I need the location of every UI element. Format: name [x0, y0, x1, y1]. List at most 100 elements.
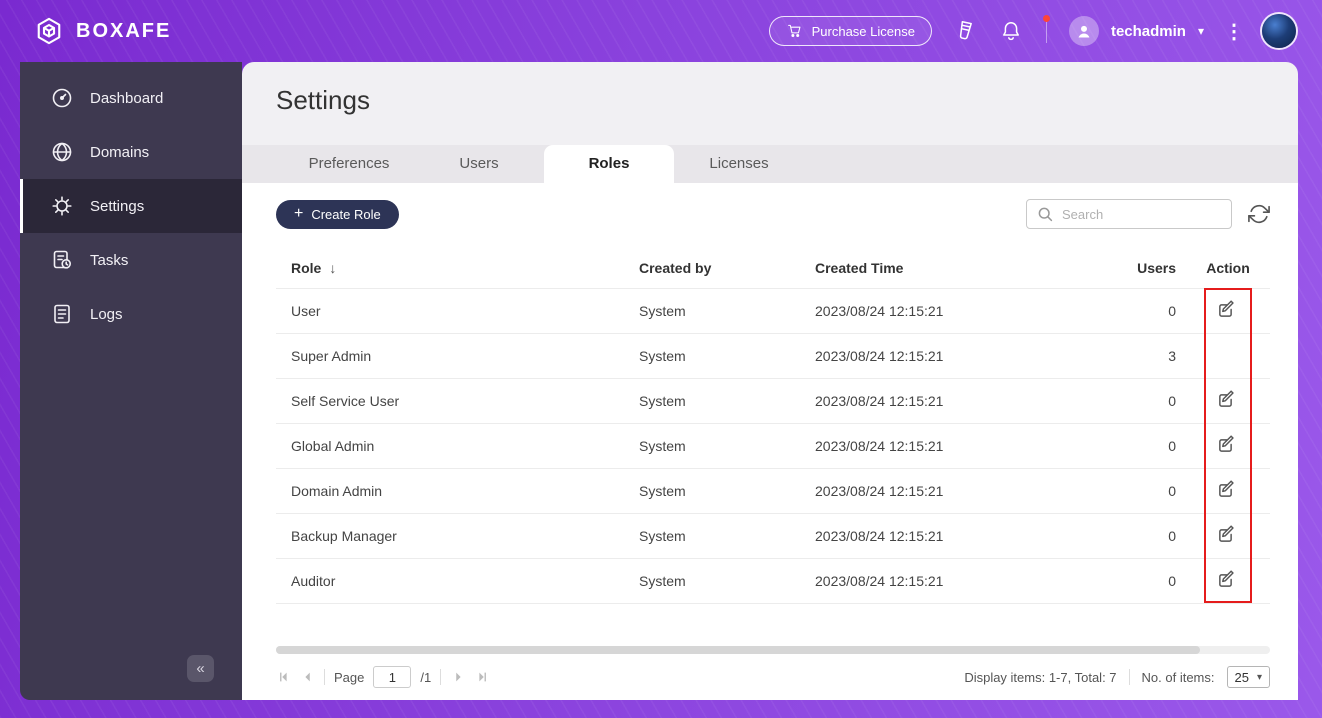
notifications-bell-icon[interactable] — [998, 18, 1024, 44]
kebab-menu-icon[interactable]: ⋮ — [1224, 19, 1244, 44]
sidebar: Dashboard Domains Settings Tasks Logs « — [20, 62, 242, 700]
user-menu[interactable]: techadmin ▾ — [1068, 16, 1204, 46]
username: techadmin — [1110, 22, 1186, 40]
column-header-created-time: Created Time — [800, 248, 1090, 289]
page-number-input[interactable] — [373, 666, 412, 688]
tab-preferences[interactable]: Preferences — [284, 145, 414, 183]
footer-right: Display items: 1-7, Total: 7 No. of item… — [964, 666, 1270, 688]
edit-role-button[interactable] — [1216, 522, 1240, 546]
select-caret-icon: ▾ — [1256, 671, 1262, 683]
qnap-ball-icon[interactable] — [1262, 14, 1296, 48]
sidebar-item-label: Logs — [90, 305, 123, 323]
table-row: Domain Admin System 2023/08/24 12:15:21 … — [276, 468, 1270, 514]
avatar — [1068, 16, 1099, 46]
sidebar-collapse-button[interactable]: « — [187, 655, 214, 682]
chevron-down-icon: ▾ — [1197, 24, 1204, 38]
table-row: Auditor System 2023/08/24 12:15:21 0 — [276, 558, 1270, 604]
sidebar-item-label: Settings — [90, 197, 145, 215]
cell-users: 0 — [1090, 423, 1186, 469]
column-header-created-by: Created by — [624, 248, 800, 289]
cell-created-time: 2023/08/24 12:15:21 — [800, 378, 1090, 424]
sort-desc-icon[interactable]: ↓ — [329, 260, 336, 276]
cell-created-by: System — [624, 378, 800, 424]
cell-users: 0 — [1090, 468, 1186, 514]
cell-created-by: System — [624, 468, 800, 514]
last-page-button[interactable] — [474, 670, 489, 685]
app-shell: Dashboard Domains Settings Tasks Logs « … — [20, 62, 1298, 700]
cart-icon — [786, 22, 804, 40]
cell-created-time: 2023/08/24 12:15:21 — [800, 468, 1090, 514]
search-box[interactable] — [1026, 199, 1232, 229]
cell-users: 0 — [1090, 288, 1186, 334]
tab-users[interactable]: Users — [414, 145, 544, 183]
plus-icon: + — [294, 205, 304, 222]
table-row: Backup Manager System 2023/08/24 12:15:2… — [276, 513, 1270, 559]
cell-created-by: System — [624, 558, 800, 604]
dashboard-icon — [50, 86, 74, 110]
table-footer: Page /1 Display items: 1-7, Total: 7 No.… — [276, 654, 1270, 700]
column-header-role[interactable]: Role ↓ — [276, 248, 624, 289]
cell-users: 3 — [1090, 333, 1186, 379]
edit-icon — [1219, 435, 1234, 452]
sidebar-item-label: Domains — [90, 143, 150, 161]
table-row: Global Admin System 2023/08/24 12:15:21 … — [276, 423, 1270, 469]
sidebar-item-domains[interactable]: Domains — [20, 125, 242, 179]
edit-role-button[interactable] — [1216, 432, 1240, 456]
display-items-text: Display items: 1-7, Total: 7 — [964, 669, 1117, 685]
table-row: Self Service User System 2023/08/24 12:1… — [276, 378, 1270, 424]
topbar-divider — [1042, 15, 1050, 43]
refresh-icon[interactable] — [1248, 203, 1270, 225]
search-input[interactable] — [1060, 205, 1221, 223]
sidebar-item-settings[interactable]: Settings — [20, 179, 242, 233]
cell-role: Domain Admin — [276, 468, 624, 514]
sidebar-item-label: Dashboard — [90, 89, 164, 107]
edit-icon — [1219, 390, 1234, 407]
queue-icon[interactable] — [952, 18, 978, 44]
total-pages-label: /1 — [420, 669, 432, 685]
edit-role-button[interactable] — [1216, 567, 1240, 591]
first-page-button[interactable] — [276, 670, 291, 685]
roles-panel: + Create Role Search Role ↓ Created by C… — [242, 183, 1298, 700]
prev-page-button[interactable] — [300, 670, 315, 685]
column-label: Role — [291, 259, 322, 276]
tasks-icon — [50, 248, 74, 272]
purchase-license-label: Purchase License — [811, 23, 915, 39]
column-header-action: Action — [1186, 248, 1270, 289]
edit-role-button[interactable] — [1216, 387, 1240, 411]
edit-role-button[interactable] — [1216, 297, 1240, 321]
cell-role: Global Admin — [276, 423, 624, 469]
horizontal-scrollbar[interactable] — [276, 646, 1270, 654]
sidebar-item-logs[interactable]: Logs — [20, 287, 242, 341]
topbar-actions: Purchase License techadmin ▾ ⋮ — [768, 14, 1296, 48]
boxafe-logo-icon — [34, 16, 64, 46]
purchase-license-button[interactable]: Purchase License — [768, 16, 932, 46]
sidebar-item-tasks[interactable]: Tasks — [20, 233, 242, 287]
items-per-page-label: No. of items: — [1141, 669, 1215, 685]
tab-bar: Preferences Users Roles Licenses — [242, 145, 1298, 183]
items-per-page-select[interactable]: 25 ▾ — [1226, 666, 1270, 688]
brand-name: BOXAFE — [76, 19, 172, 42]
footer-divider — [1128, 669, 1130, 685]
edit-role-button[interactable] — [1216, 477, 1240, 501]
table-row: User System 2023/08/24 12:15:21 0 — [276, 288, 1270, 334]
cell-action-empty — [1186, 333, 1270, 379]
page-title: Settings — [276, 85, 370, 115]
tab-roles[interactable]: Roles — [544, 145, 674, 183]
tab-licenses[interactable]: Licenses — [674, 145, 804, 183]
edit-icon — [1219, 525, 1234, 542]
cell-created-by: System — [624, 513, 800, 559]
pager-divider — [324, 669, 325, 685]
cell-users: 0 — [1090, 558, 1186, 604]
create-role-button[interactable]: + Create Role — [276, 199, 399, 229]
next-page-button[interactable] — [450, 670, 465, 685]
cell-created-time: 2023/08/24 12:15:21 — [800, 333, 1090, 379]
cell-users: 0 — [1090, 378, 1186, 424]
cell-created-time: 2023/08/24 12:15:21 — [800, 288, 1090, 334]
cell-users: 0 — [1090, 513, 1186, 559]
table-header-row: Role ↓ Created by Created Time Users Acti… — [276, 248, 1270, 289]
logs-icon — [50, 302, 74, 326]
sidebar-item-dashboard[interactable]: Dashboard — [20, 71, 242, 125]
column-header-users: Users — [1090, 248, 1186, 289]
scrollbar-thumb[interactable] — [276, 646, 1201, 654]
cell-created-by: System — [624, 288, 800, 334]
